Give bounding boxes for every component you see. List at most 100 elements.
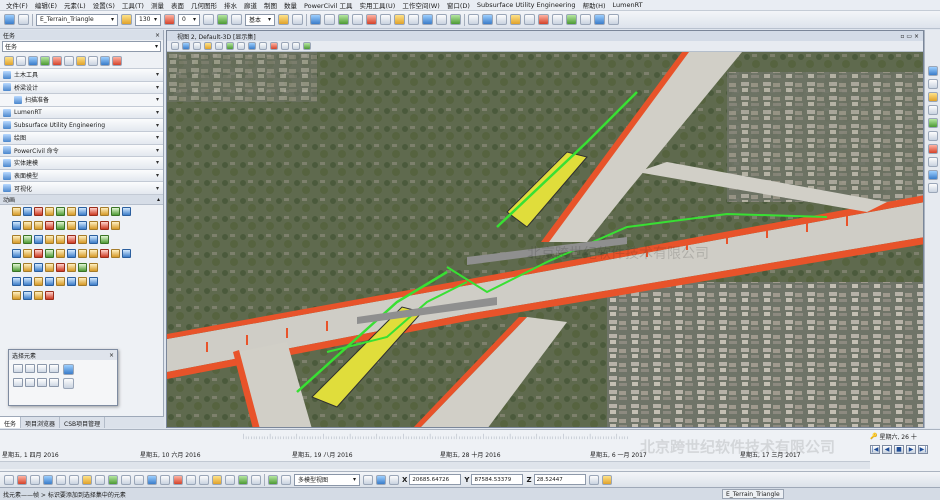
view-tool-icon[interactable] [927,118,938,128]
view-rotate-icon[interactable] [468,14,479,25]
level-combo[interactable]: 130 ▾ [135,13,161,26]
select-icon[interactable] [310,14,321,25]
animation-tool-icon[interactable] [34,263,43,273]
animation-tool-icon[interactable] [78,263,87,273]
animation-tool-icon[interactable] [23,291,32,301]
snap-point-on-icon[interactable] [147,474,157,485]
interchange-3d-scene[interactable]: 北京跨世纪软件技术有限公司 [167,52,924,428]
animation-tool-icon[interactable] [78,235,87,245]
animation-tool-icon[interactable] [89,235,98,245]
view-tool-icon[interactable] [927,131,938,141]
block-select-icon[interactable] [25,364,35,373]
menu-item[interactable]: 编辑(E) [35,0,57,10]
animation-tool-icon[interactable] [56,235,65,245]
snap-settings-icon[interactable] [186,474,196,485]
close-icon[interactable]: × [155,32,160,39]
animation-tool-icon[interactable] [67,263,76,273]
extend-tool-icon[interactable] [112,55,122,66]
animation-tool-icon[interactable] [12,221,21,231]
animation-tool-icon[interactable] [100,235,109,245]
view-mode-icon[interactable] [363,474,373,485]
rotate-view-icon[interactable] [248,42,256,50]
animation-tool-icon[interactable] [45,207,54,217]
animation-tool-icon[interactable] [56,277,65,287]
task-item[interactable]: 实体建模 ▾ [0,157,163,170]
update-view-icon[interactable] [193,42,201,50]
coordinate-options-icon[interactable] [601,474,612,485]
panel-tab[interactable]: 任务 [0,417,22,428]
move-tool-icon[interactable] [28,55,38,66]
snap-center-icon[interactable] [17,474,27,485]
animation-tool-icon[interactable] [56,207,65,217]
task-item[interactable]: PowerCivil 命令 ▾ [0,144,163,158]
animation-tool-icon[interactable] [100,249,109,259]
animation-tool-icon[interactable] [12,291,21,301]
individual-select-icon[interactable] [13,364,23,373]
animation-tool-icon[interactable] [45,291,54,301]
task-item[interactable]: 表面模型 ▾ [0,169,163,183]
animation-tool-icon[interactable] [67,207,76,217]
menu-item[interactable]: 窗口(D) [447,0,470,10]
snap-icon[interactable] [552,14,563,25]
zoom-out-icon[interactable] [215,42,223,50]
animation-tool-icon[interactable] [23,249,32,259]
select-tool-icon[interactable] [4,55,14,66]
pan-view-icon[interactable] [259,42,267,50]
menu-item[interactable]: LumenRT [613,1,643,9]
snap-intersection-icon[interactable] [56,474,66,485]
close-icon[interactable]: × [109,352,114,359]
animation-tool-icon[interactable] [34,291,43,301]
window-area-icon[interactable] [524,14,535,25]
transparency-icon[interactable] [292,14,303,25]
animation-tool-icon[interactable] [45,249,54,259]
task-item[interactable]: 土木工具 ▾ [0,69,163,82]
level-icon[interactable] [121,14,132,25]
playback-button[interactable]: ■ [894,445,904,454]
camera-icon[interactable] [231,14,242,25]
snap-extra-icon[interactable] [238,474,248,485]
task-item[interactable]: 扫描准备 ▾ [0,94,163,107]
animation-tool-icon[interactable] [89,277,98,287]
task-item[interactable]: 桥梁设计 ▾ [0,81,163,95]
menu-item[interactable]: 帮助(H) [583,0,606,10]
close-icon[interactable] [608,14,619,25]
menu-item[interactable]: 制图 [264,0,277,10]
animation-tool-icon[interactable] [23,221,32,231]
animation-tool-icon[interactable] [12,235,21,245]
add-mode-icon[interactable] [13,377,23,387]
animation-tool-icon[interactable] [45,263,54,273]
animation-tool-icon[interactable] [12,249,21,259]
view-tool-icon[interactable] [927,92,938,102]
animation-tool-icon[interactable] [23,235,32,245]
task-item[interactable]: 可视化 ▾ [0,182,163,195]
zoom-in-icon[interactable] [204,42,212,50]
shape-select-icon[interactable] [37,364,47,373]
clip-volume-icon[interactable] [303,42,311,50]
view-tool-icon[interactable] [927,105,938,115]
animation-tool-icon[interactable] [12,207,21,217]
snap-perpendicular-icon[interactable] [95,474,105,485]
z-field[interactable]: 28.52447 [533,474,586,485]
view-window[interactable]: 视图 2, Default-3D [显示集] ▫ ▭ × 北京跨世纪软件技术有限… [166,30,924,428]
array-tool-icon[interactable] [100,55,110,66]
animation-tool-icon[interactable] [78,277,87,287]
display-style-icon[interactable] [182,42,190,50]
accept-icon[interactable] [268,474,278,485]
playback-button[interactable]: |◀ [870,445,880,454]
fence-icon[interactable] [324,14,335,25]
select-all-icon[interactable] [63,364,74,375]
coordinate-lock-icon[interactable] [588,474,599,485]
view-tool-icon[interactable] [927,144,938,154]
zoom-icon[interactable] [482,14,493,25]
animation-tool-icon[interactable] [111,221,120,231]
animation-tool-icon[interactable] [78,249,87,259]
copy-icon[interactable] [352,14,363,25]
light-icon[interactable] [278,14,289,25]
animation-tool-icon[interactable] [56,221,65,231]
task-combo[interactable]: 任务 ▾ [2,41,161,52]
animation-tool-icon[interactable] [122,249,131,259]
animation-header[interactable]: 动画 ▴ [0,194,163,205]
line-style-icon[interactable] [203,14,214,25]
snap-origin-icon[interactable] [82,474,92,485]
lock-icon[interactable] [538,14,549,25]
